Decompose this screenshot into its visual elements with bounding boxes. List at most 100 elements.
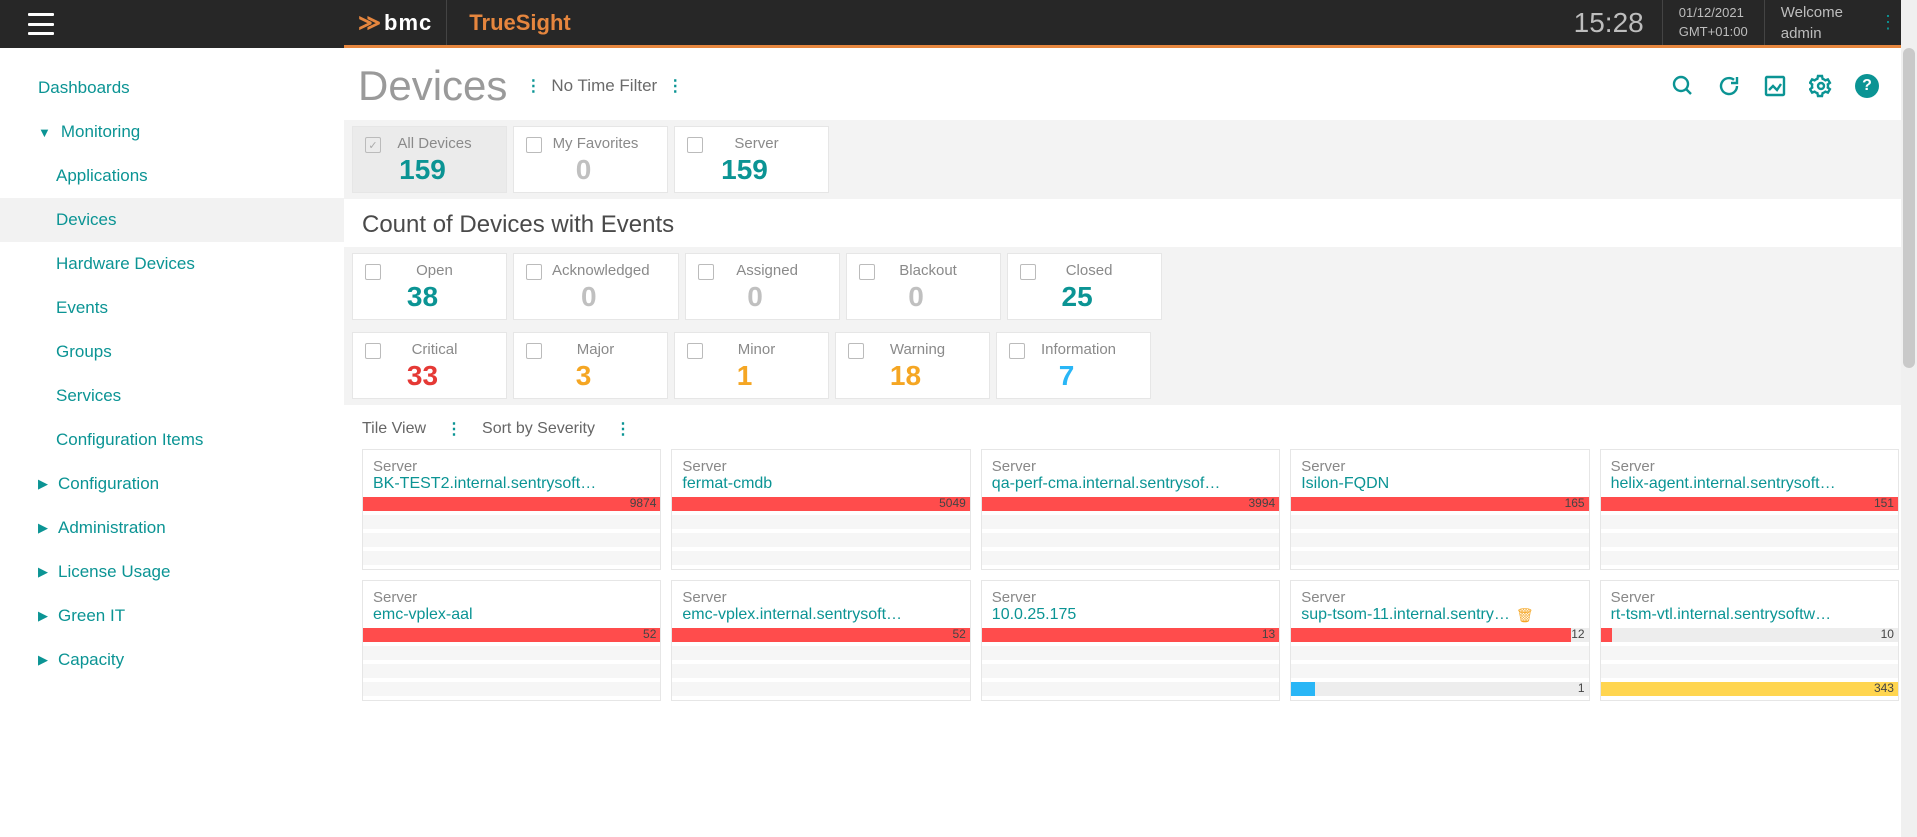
device-tile[interactable]: Server helix-agent.internal.sentrysoft… …: [1600, 449, 1899, 570]
page-title: Devices: [358, 62, 515, 110]
tile-bar-empty: [363, 551, 660, 565]
tile-bar-empty: [1291, 515, 1588, 529]
device-tile[interactable]: Server Isilon-FQDN 165: [1290, 449, 1589, 570]
brand: ≫ bmc: [344, 0, 446, 45]
nav-events[interactable]: Events: [0, 286, 344, 330]
nav-dashboards[interactable]: Dashboards: [0, 66, 344, 110]
stat-label: Open: [367, 262, 478, 279]
device-tile[interactable]: Server sup-tsom-11.internal.sentry…🗑 121: [1290, 580, 1589, 701]
tile-bar-empty: [363, 664, 660, 678]
tile-name[interactable]: emc-vplex.internal.sentrysoft…: [682, 606, 902, 624]
filter-card[interactable]: My Favorites 0: [513, 126, 668, 193]
nav-hardware-devices[interactable]: Hardware Devices: [0, 242, 344, 286]
gear-icon[interactable]: [1809, 74, 1833, 98]
nav-green-it[interactable]: Green IT: [0, 594, 344, 638]
page-title-menu[interactable]: ⋮: [515, 76, 551, 96]
nav-applications[interactable]: Applications: [0, 154, 344, 198]
nav-devices[interactable]: Devices: [0, 198, 344, 242]
stat-card[interactable]: Information 7: [996, 332, 1151, 399]
help-icon[interactable]: ?: [1855, 74, 1879, 98]
tile-name[interactable]: sup-tsom-11.internal.sentry…: [1301, 606, 1510, 624]
stat-card[interactable]: Open 38: [352, 253, 507, 320]
stat-label: Blackout: [861, 262, 972, 279]
tile-name[interactable]: qa-perf-cma.internal.sentrysof…: [992, 475, 1221, 493]
checkbox[interactable]: [365, 264, 381, 280]
tile-bar: 13: [982, 628, 1279, 642]
stat-value: 33: [367, 360, 478, 392]
tile-name[interactable]: Isilon-FQDN: [1301, 475, 1389, 493]
stat-card[interactable]: Warning 18: [835, 332, 990, 399]
stat-card[interactable]: Closed 25: [1007, 253, 1162, 320]
stat-card[interactable]: Assigned 0: [685, 253, 840, 320]
stat-card[interactable]: Critical 33: [352, 332, 507, 399]
tile-name[interactable]: BK-TEST2.internal.sentrysoft…: [373, 475, 596, 493]
device-tile[interactable]: Server emc-vplex-aal 52: [362, 580, 661, 701]
stat-card[interactable]: Blackout 0: [846, 253, 1001, 320]
checkbox[interactable]: [1009, 343, 1025, 359]
filter-card[interactable]: Server 159: [674, 126, 829, 193]
filter-value: 0: [528, 154, 639, 186]
tile-name[interactable]: 10.0.25.175: [992, 606, 1077, 624]
stat-label: Information: [1011, 341, 1122, 358]
nav-services[interactable]: Services: [0, 374, 344, 418]
nav-configuration-items[interactable]: Configuration Items: [0, 418, 344, 462]
tile-type: Server: [1611, 458, 1888, 475]
device-tile[interactable]: Server emc-vplex.internal.sentrysoft… 52: [671, 580, 970, 701]
device-tile[interactable]: Server qa-perf-cma.internal.sentrysof… 3…: [981, 449, 1280, 570]
nav-configuration[interactable]: Configuration: [0, 462, 344, 506]
tile-bar-empty: [672, 682, 969, 696]
filter-label: All Devices: [367, 135, 478, 152]
tile-type: Server: [992, 589, 1269, 606]
checkbox[interactable]: [848, 343, 864, 359]
tile-bar-value: 13: [1262, 627, 1275, 641]
refresh-icon[interactable]: [1717, 74, 1741, 98]
time-filter-label[interactable]: No Time Filter: [551, 76, 657, 96]
device-tile[interactable]: Server rt-tsm-vtl.internal.sentrysoftw… …: [1600, 580, 1899, 701]
dashboard-icon[interactable]: [1763, 74, 1787, 98]
stat-card[interactable]: Major 3: [513, 332, 668, 399]
checkbox[interactable]: [365, 343, 381, 359]
checkbox[interactable]: [526, 137, 542, 153]
search-icon[interactable]: [1671, 74, 1695, 98]
checkbox[interactable]: [698, 264, 714, 280]
tile-name[interactable]: helix-agent.internal.sentrysoft…: [1611, 475, 1836, 493]
scrollbar-thumb[interactable]: [1903, 48, 1915, 368]
device-tile[interactable]: Server fermat-cmdb 5049: [671, 449, 970, 570]
tile-bar-empty: [982, 664, 1279, 678]
trash-icon[interactable]: 🗑: [1516, 607, 1534, 624]
checkbox[interactable]: [526, 343, 542, 359]
nav-monitoring[interactable]: Monitoring: [0, 110, 344, 154]
filter-card[interactable]: All Devices 159: [352, 126, 507, 193]
stat-card[interactable]: Acknowledged 0: [513, 253, 679, 320]
nav-license-usage[interactable]: License Usage: [0, 550, 344, 594]
nav-administration[interactable]: Administration: [0, 506, 344, 550]
tile-name[interactable]: emc-vplex-aal: [373, 606, 473, 624]
checkbox[interactable]: [526, 264, 542, 280]
tile-bar-empty: [1601, 533, 1898, 547]
time-filter-menu[interactable]: ⋮: [657, 76, 693, 96]
nav-groups[interactable]: Groups: [0, 330, 344, 374]
checkbox[interactable]: [687, 137, 703, 153]
device-tile[interactable]: Server BK-TEST2.internal.sentrysoft… 987…: [362, 449, 661, 570]
tile-bar-empty: [672, 664, 969, 678]
device-tile[interactable]: Server 10.0.25.175 13: [981, 580, 1280, 701]
checkbox[interactable]: [365, 137, 381, 153]
tile-name[interactable]: rt-tsm-vtl.internal.sentrysoftw…: [1611, 606, 1831, 624]
stat-label: Assigned: [700, 262, 811, 279]
nav-capacity[interactable]: Capacity: [0, 638, 344, 682]
tile-bar-empty: [672, 551, 969, 565]
tile-bar-empty: [1601, 646, 1898, 660]
tile-name[interactable]: fermat-cmdb: [682, 475, 772, 493]
view-mode-menu[interactable]: ⋮: [436, 419, 472, 439]
nav-configuration-label: Configuration: [58, 474, 159, 494]
menu-toggle[interactable]: [28, 13, 54, 35]
tile-bar-empty: [1601, 551, 1898, 565]
scrollbar[interactable]: [1901, 0, 1917, 837]
sort-mode-menu[interactable]: ⋮: [605, 419, 641, 439]
stat-card[interactable]: Minor 1: [674, 332, 829, 399]
checkbox[interactable]: [687, 343, 703, 359]
checkbox[interactable]: [859, 264, 875, 280]
view-mode[interactable]: Tile View: [362, 420, 426, 438]
checkbox[interactable]: [1020, 264, 1036, 280]
sort-mode[interactable]: Sort by Severity: [482, 420, 595, 438]
